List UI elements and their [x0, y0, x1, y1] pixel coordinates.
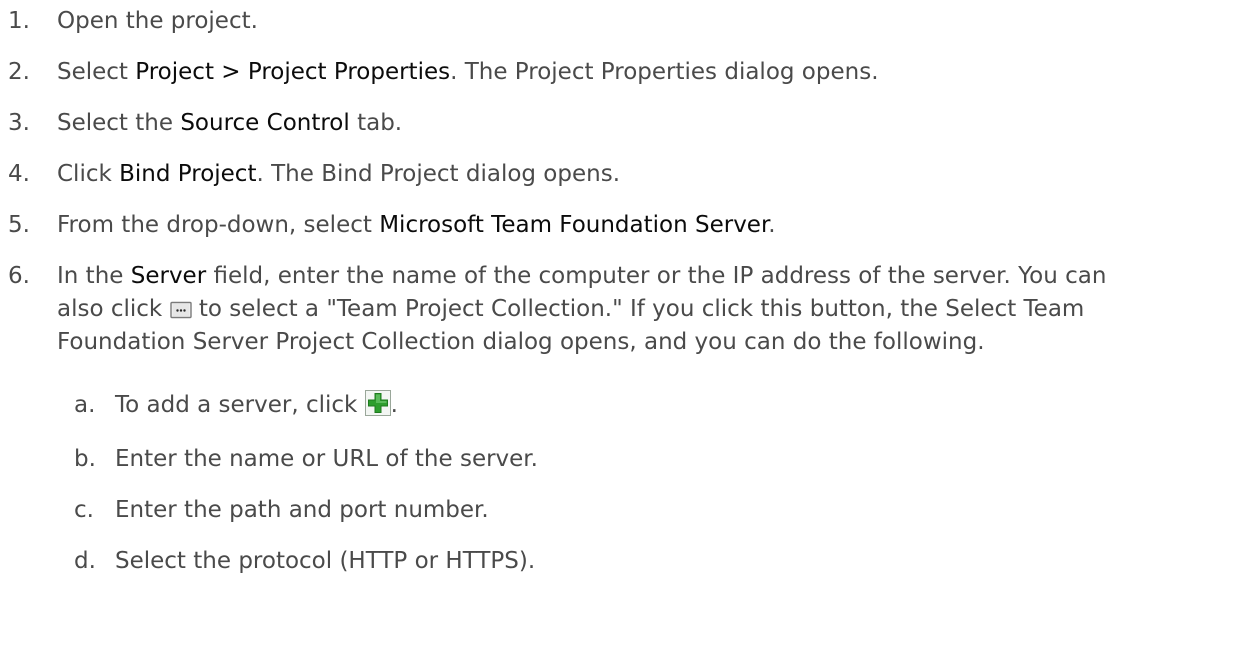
ellipsis-browse-icon [169, 296, 192, 329]
step-text-post: . [768, 212, 776, 238]
step-text-post: to select a "Team Project Collection." I… [191, 296, 1085, 322]
step-text-post: . The Project Properties dialog opens. [450, 59, 879, 85]
green-plus-icon [364, 390, 391, 426]
field-name-label: Server [130, 263, 207, 289]
step-text-pre: Select [57, 59, 136, 85]
substep-text: Enter the path and port number. [115, 497, 489, 523]
step-number: 4. [8, 161, 30, 187]
step-text-pre: also click [57, 296, 170, 322]
step-text-pre: Select the [57, 110, 181, 136]
tab-name-label: Source Control [180, 110, 350, 136]
step-number: 3. [8, 110, 30, 136]
step-number: 6. [8, 263, 30, 289]
step-text: Open the project. [57, 5, 258, 38]
option-name-label: Microsoft Team Foundation Server [379, 212, 769, 238]
procedure-document: 1. Open the project. 2. Select Project >… [0, 0, 1252, 648]
step-number: 1. [8, 8, 30, 34]
step-text-mid: field, enter the name of the computer or… [206, 263, 1107, 289]
step-text-pre: Click [57, 161, 120, 187]
substep-text: To add a server, click . [115, 389, 398, 426]
substep-letter: a. [74, 392, 96, 418]
menu-path-label: Project > Project Properties [135, 59, 451, 85]
step-text: Select the Source Control tab. [57, 107, 402, 140]
step-text-line-3: Foundation Server Project Collection dia… [57, 329, 985, 355]
step-text: Select Project > Project Properties. The… [57, 56, 879, 89]
step-text: Click Bind Project. The Bind Project dia… [57, 158, 620, 191]
substep-letter: d. [74, 548, 96, 574]
step-text: From the drop-down, select Microsoft Tea… [57, 209, 776, 242]
substep-text: Select the protocol (HTTP or HTTPS). [115, 548, 536, 574]
step-text-pre: In the [57, 263, 131, 289]
substep-text: Enter the name or URL of the server. [115, 446, 538, 472]
substep-text-post: . [390, 392, 398, 418]
button-name-label: Bind Project [119, 161, 257, 187]
substep-letter: c. [74, 497, 94, 523]
step-text-line-2: also click to select a "Team Project Col… [57, 293, 1084, 329]
step-number: 2. [8, 59, 30, 85]
step-text-post: tab. [349, 110, 403, 136]
step-number: 5. [8, 212, 30, 238]
step-text-pre: From the drop-down, select [57, 212, 380, 238]
step-text-line-1: In the Server field, enter the name of t… [57, 260, 1106, 293]
step-text-post: . The Bind Project dialog opens. [256, 161, 621, 187]
substep-letter: b. [74, 446, 96, 472]
step-text-plain: Open the project. [57, 8, 258, 34]
substep-text-pre: To add a server, click [115, 392, 365, 418]
